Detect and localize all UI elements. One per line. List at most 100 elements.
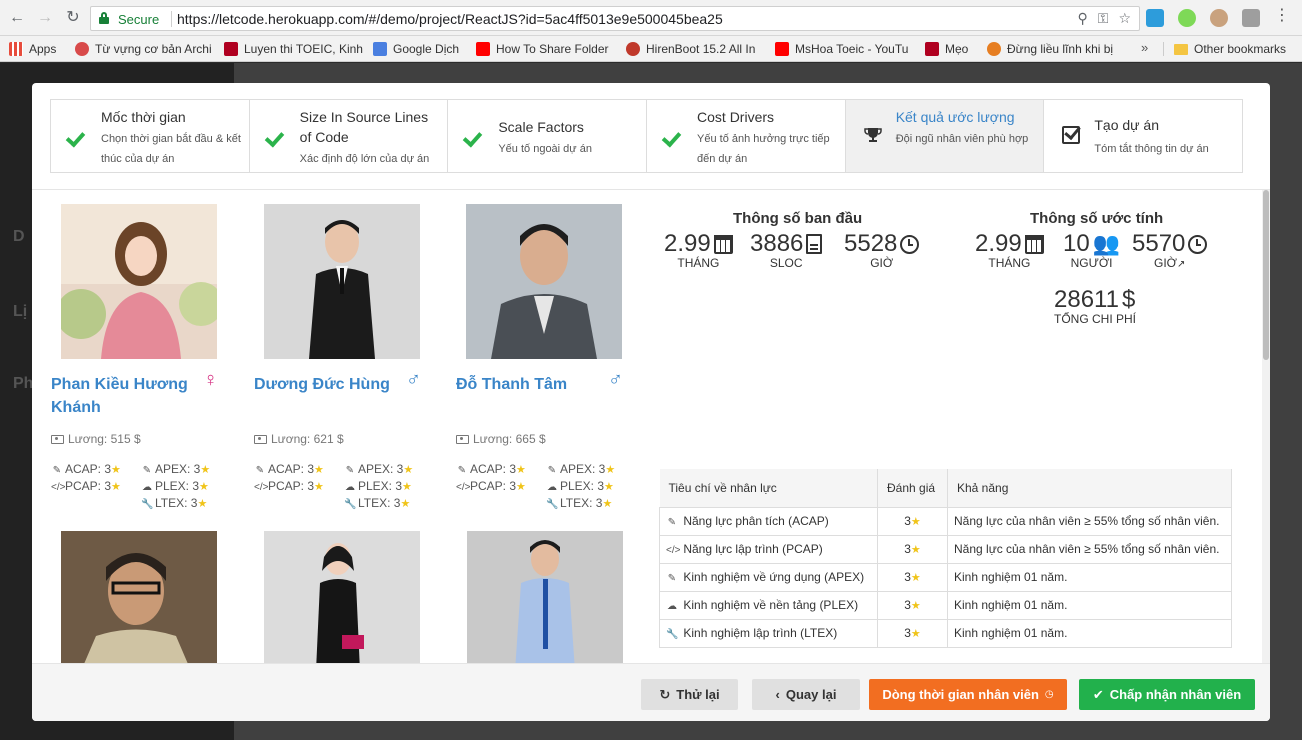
- bookmark-item[interactable]: Đừng liều lĩnh khi bị: [987, 41, 1113, 57]
- estimate-months: 2.99 THÁNG: [975, 230, 1044, 270]
- employee-name[interactable]: Đỗ Thanh Tâm: [456, 373, 606, 396]
- clock-icon: [900, 234, 920, 254]
- star-icon: ★: [602, 498, 613, 510]
- favicon-icon: [476, 42, 490, 56]
- step-desc: Tóm tắt thông tin dự án: [1094, 143, 1209, 155]
- staff-criteria-table: Tiêu chí về nhân lực Đánh giá Khả năng ✎…: [659, 469, 1232, 648]
- initial-sloc: 3886 SLOC: [750, 230, 823, 270]
- estimate-people: 10 👥 NGƯỜI: [1063, 230, 1121, 270]
- star-icon: ★: [199, 481, 209, 493]
- back-arrow-icon[interactable]: ←: [7, 8, 27, 28]
- apps-grid-icon: [9, 42, 23, 56]
- check-icon: [663, 126, 685, 148]
- star-icon: ★: [197, 498, 208, 510]
- menu-kebab-icon[interactable]: ⋮: [1274, 8, 1290, 27]
- employee-photo: [466, 204, 622, 359]
- step-scale-factors[interactable]: Scale Factors Yếu tố ngoài dự án: [448, 100, 648, 172]
- initial-months: 2.99 THÁNG: [664, 230, 733, 270]
- step-cost-drivers[interactable]: Cost Drivers Yếu tố ảnh hưởng trực tiếp …: [647, 100, 846, 172]
- key-icon[interactable]: ⚿: [1098, 10, 1109, 27]
- zoom-icon[interactable]: ⚲: [1078, 10, 1088, 27]
- edit-icon: ✎: [667, 573, 677, 584]
- employee-photo: [467, 531, 623, 663]
- modal-body: Phan Kiều Hương Khánh ♀ Lương: 515 $ ✎ AC…: [32, 189, 1270, 663]
- step-sloc[interactable]: Size In Source Lines of Code Xác định độ…: [250, 100, 449, 172]
- bookmark-item[interactable]: How To Share Folder: [476, 41, 609, 57]
- estimate-total-cost: 28611 $ TỔNG CHI PHÍ: [1054, 286, 1137, 326]
- employee-photo: [61, 531, 217, 663]
- star-bookmark-icon[interactable]: ☆: [1118, 10, 1131, 27]
- bookmark-item[interactable]: Từ vựng cơ bản Archi: [75, 41, 212, 57]
- bookmark-item[interactable]: Luyen thi TOEIC, Kinh: [224, 41, 363, 57]
- star-icon: ★: [111, 481, 121, 493]
- star-icon: ★: [910, 600, 921, 612]
- extension-icon-4[interactable]: [1242, 9, 1260, 27]
- money-icon: [456, 435, 469, 445]
- code-icon: </>: [51, 482, 66, 493]
- table-row: ✎ Năng lực phân tích (ACAP) 3★ Năng lực …: [659, 507, 1232, 536]
- other-bookmarks[interactable]: Other bookmarks: [1174, 41, 1286, 57]
- dollar-icon: $: [1121, 286, 1136, 313]
- document-icon: [806, 234, 823, 254]
- bookmark-item[interactable]: Google Dịch: [373, 41, 459, 57]
- cloud-icon: ☁: [345, 482, 355, 493]
- pencil-icon: ✎: [457, 465, 467, 476]
- step-desc: Xác định độ lớn của dự án: [299, 153, 430, 165]
- extension-icon-2[interactable]: [1178, 9, 1196, 27]
- step-create-project[interactable]: Tạo dự án Tóm tắt thông tin dự án: [1044, 100, 1242, 172]
- calendar-icon: [713, 234, 733, 254]
- url-text[interactable]: https://letcode.herokuapp.com/#/demo/pro…: [177, 11, 723, 27]
- estimate-heading: Thông số ước tính: [1030, 210, 1164, 227]
- bookmark-item[interactable]: MsHoa Toeic - YouTu: [775, 41, 908, 57]
- calendar-icon: [1024, 234, 1044, 254]
- star-icon: ★: [314, 464, 324, 476]
- star-icon: ★: [516, 464, 526, 476]
- accept-staff-button[interactable]: ✔ Chấp nhận nhân viên: [1079, 679, 1255, 710]
- bookmark-apps[interactable]: Apps: [9, 41, 56, 57]
- address-bar[interactable]: Secure https://letcode.herokuapp.com/#/d…: [90, 6, 1140, 31]
- modal-scrollbar[interactable]: [1262, 190, 1270, 663]
- male-icon: ♂: [406, 369, 421, 391]
- staff-timeline-button[interactable]: Dòng thời gian nhân viên ◷: [869, 679, 1067, 710]
- step-estimate-result[interactable]: Kết quả ước lượng Đội ngũ nhân viên phù …: [845, 100, 1045, 172]
- lock-icon: [99, 12, 109, 24]
- extension-icon-1[interactable]: [1146, 9, 1164, 27]
- star-icon: ★: [402, 481, 412, 493]
- bookmarks-more[interactable]: »: [1141, 40, 1148, 55]
- employee-salary: Lương: 621 $: [254, 432, 344, 446]
- favicon-icon: [775, 42, 789, 56]
- check-icon: [67, 126, 89, 148]
- bookmark-item[interactable]: HirenBoot 15.2 All In: [626, 41, 755, 57]
- cloud-icon: ☁: [142, 482, 152, 493]
- reload-icon[interactable]: ↻: [63, 8, 83, 28]
- edit-icon: ✎: [547, 465, 557, 476]
- favicon-icon: [925, 42, 939, 56]
- forward-arrow-icon[interactable]: →: [35, 8, 55, 28]
- favicon-icon: [373, 42, 387, 56]
- step-timeline[interactable]: Mốc thời gian Chọn thời gian bắt đầu & k…: [51, 100, 250, 172]
- retry-button[interactable]: ↻ Thử lại: [641, 679, 738, 710]
- initial-heading: Thông số ban đầu: [733, 210, 863, 227]
- step-title: Kết quả ước lượng: [895, 109, 1015, 125]
- bookmark-item[interactable]: Mẹo: [925, 41, 968, 57]
- extension-icon-3[interactable]: [1210, 9, 1228, 27]
- favicon-icon: [224, 42, 238, 56]
- table-row: ☁ Kinh nghiệm về nền tảng (PLEX) 3★ Kinh…: [659, 591, 1232, 620]
- male-icon: ♂: [608, 369, 623, 391]
- employee-name[interactable]: Phan Kiều Hương Khánh: [51, 373, 201, 419]
- scrollbar-thumb[interactable]: [1263, 190, 1269, 360]
- employee-name[interactable]: Dương Đức Hùng: [254, 373, 404, 396]
- external-link-icon[interactable]: ↗: [1177, 259, 1185, 270]
- trophy-icon: [863, 128, 882, 142]
- step-title: Tạo dự án: [1094, 117, 1159, 133]
- employee-photo: [264, 531, 420, 663]
- table-row: 🔧 Kinh nghiệm lập trình (LTEX) 3★ Kinh n…: [659, 619, 1232, 648]
- star-icon: ★: [516, 481, 526, 493]
- step-title: Scale Factors: [498, 119, 584, 135]
- step-desc: Chọn thời gian bắt đầu & kết thúc của dự…: [101, 133, 241, 165]
- back-button[interactable]: ‹ Quay lại: [752, 679, 860, 710]
- table-row: </> Năng lực lập trình (PCAP) 3★ Năng lự…: [659, 535, 1232, 564]
- edit-icon: ✎: [345, 465, 355, 476]
- favicon-icon: [987, 42, 1001, 56]
- star-icon: ★: [910, 628, 921, 640]
